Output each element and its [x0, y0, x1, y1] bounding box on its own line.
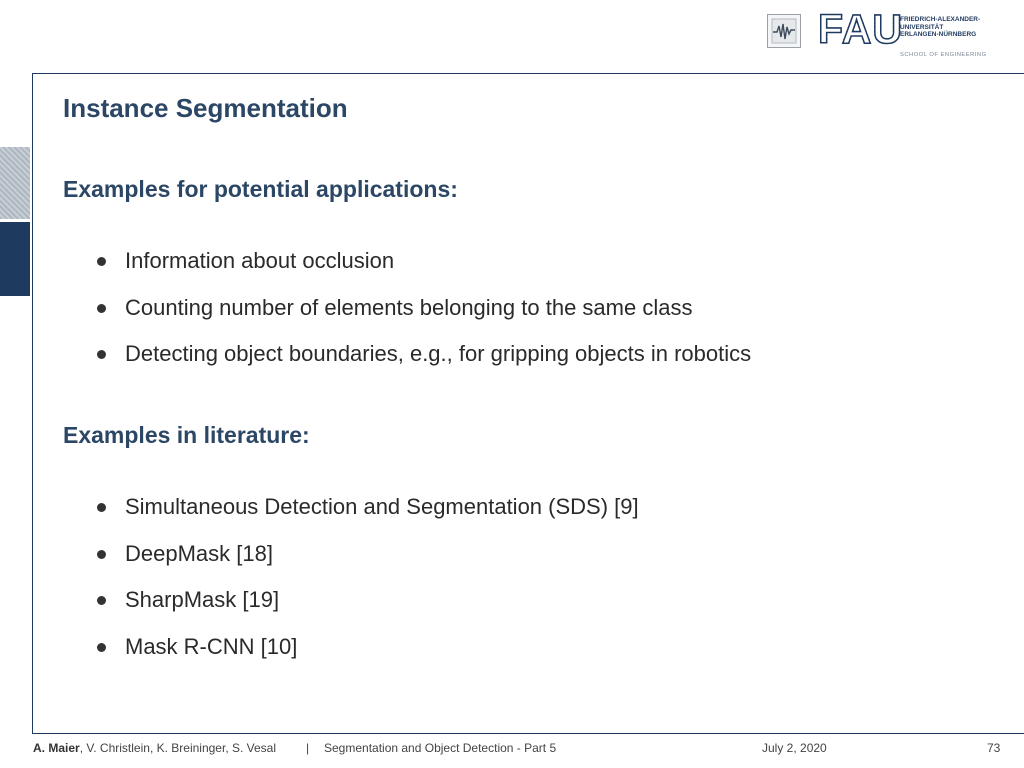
fau-line-3: ERLANGEN-NÜRNBERG [900, 31, 977, 39]
bullet-list-applications: Information about occlusion Counting num… [97, 248, 751, 388]
footer-divider [32, 733, 1024, 734]
list-item-text: Detecting object boundaries, e.g., for g… [125, 341, 752, 366]
section-heading-literature: Examples in literature: [63, 422, 310, 448]
bullet-icon [97, 350, 106, 359]
footer-date: July 2, 2020 [762, 741, 827, 755]
list-item: Mask R-CNN [10] [97, 634, 639, 681]
list-item: Information about occlusion [97, 248, 751, 295]
footer-lecture-title: Segmentation and Object Detection - Part… [324, 741, 557, 755]
fau-logo: FAU FRIEDRICH-ALEXANDER- UNIVERSITÄT ERL… [817, 6, 1018, 62]
section-heading-applications: Examples for potential applications: [63, 176, 458, 202]
fau-university-name: FRIEDRICH-ALEXANDER- UNIVERSITÄT ERLANGE… [900, 16, 980, 39]
side-marker-light [0, 147, 30, 219]
footer-page-number: 73 [987, 741, 1001, 755]
footer-coauthors: , V. Christlein, K. Breininger, S. Vesal [79, 741, 277, 755]
fau-wordmark: FAU [817, 6, 903, 52]
bullet-icon [97, 257, 106, 266]
footer-authors: A. Maier, V. Christlein, K. Breininger, … [33, 741, 276, 755]
footer-lead-author: A. Maier [33, 741, 80, 755]
waveform-logo-icon [767, 14, 801, 48]
slide: FAU FRIEDRICH-ALEXANDER- UNIVERSITÄT ERL… [0, 0, 1024, 768]
list-item-text: Information about occlusion [125, 248, 395, 273]
list-item-text: Mask R-CNN [10] [125, 633, 298, 659]
list-item: DeepMask [18] [97, 541, 639, 588]
bullet-icon [97, 549, 106, 559]
bullet-icon [97, 642, 106, 652]
bullet-icon [97, 503, 106, 512]
list-item: Counting number of elements belonging to… [97, 295, 751, 342]
list-item: SharpMask [19] [97, 587, 639, 634]
list-item-text: Simultaneous Detection and Segmentation … [125, 494, 639, 519]
bullet-icon [97, 596, 106, 605]
list-item-text: SharpMask [19] [125, 587, 280, 612]
footer-separator: | [306, 741, 310, 755]
bullet-icon [97, 303, 106, 313]
bullet-list-literature: Simultaneous Detection and Segmentation … [97, 494, 639, 680]
list-item: Detecting object boundaries, e.g., for g… [97, 341, 751, 388]
fau-line-1: FRIEDRICH-ALEXANDER- [900, 16, 981, 23]
fau-school-name: SCHOOL OF ENGINEERING [900, 52, 987, 58]
list-item: Simultaneous Detection and Segmentation … [97, 494, 639, 541]
slide-title: Instance Segmentation [63, 93, 348, 123]
side-marker-dark [0, 222, 30, 296]
list-item-text: Counting number of elements belonging to… [125, 294, 693, 320]
list-item-text: DeepMask [18] [125, 540, 273, 566]
